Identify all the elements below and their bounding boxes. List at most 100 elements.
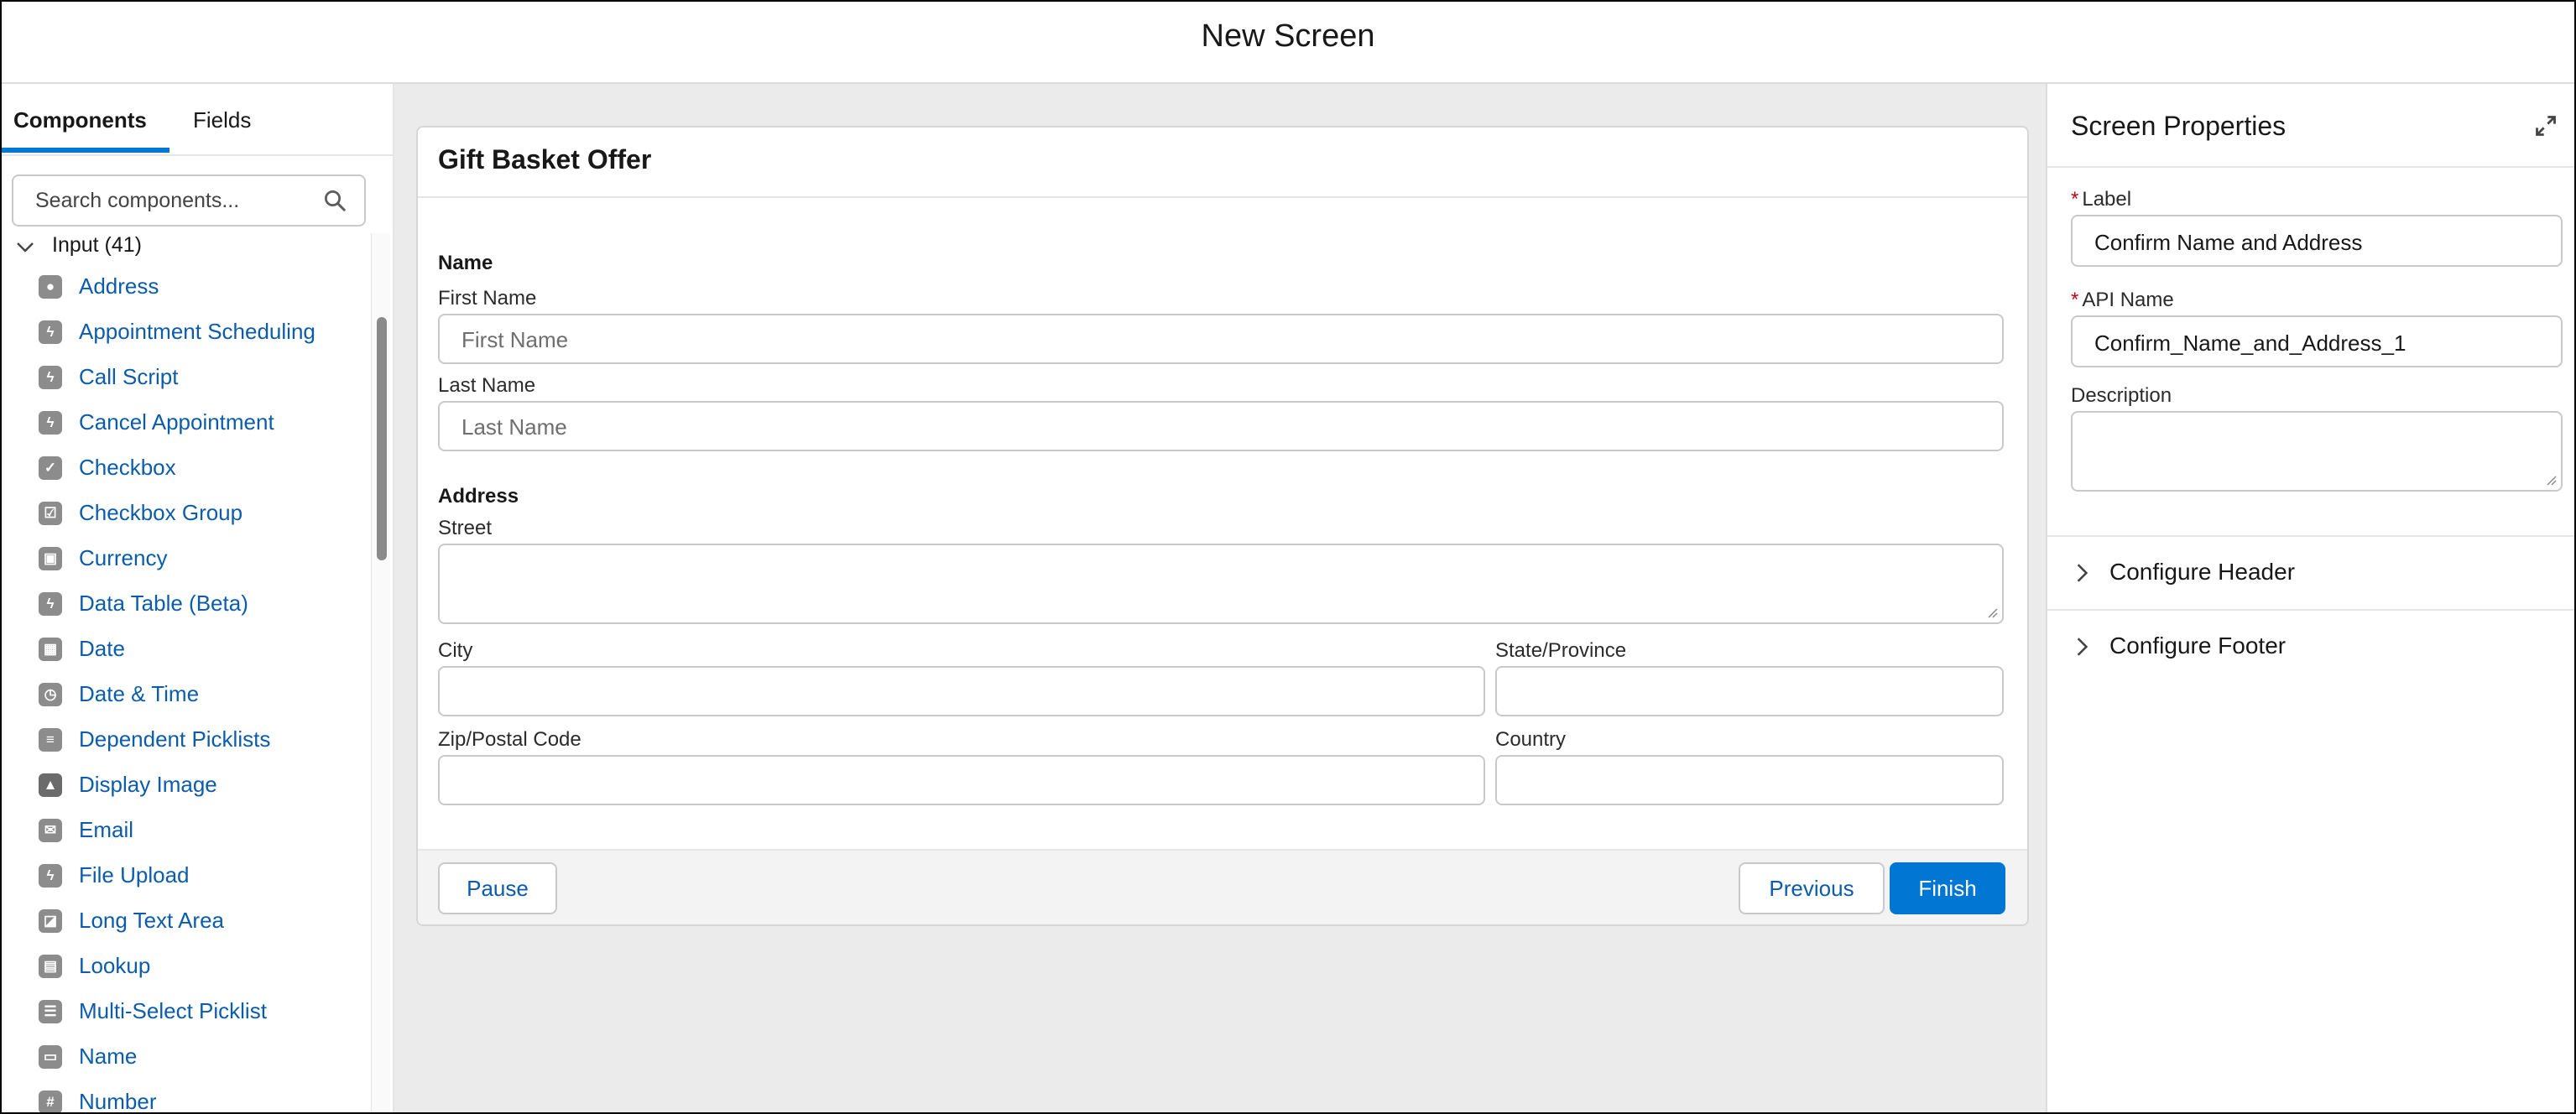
- first-name-input[interactable]: [460, 325, 1869, 354]
- component-label: Display Image: [79, 772, 217, 797]
- component-label: Long Text Area: [79, 908, 224, 933]
- component-label: Date & Time: [79, 681, 200, 706]
- component-label: Checkbox: [79, 455, 176, 480]
- component-label: Multi-Select Picklist: [79, 998, 267, 1023]
- component-item-data-table[interactable]: ϟ Data Table (Beta): [35, 587, 371, 621]
- active-tab-indicator: [2, 148, 169, 153]
- component-item-multi-select-picklist[interactable]: ☰ Multi-Select Picklist: [35, 995, 371, 1028]
- screen-title: Gift Basket Offer: [438, 144, 652, 174]
- label-field: [2071, 215, 2563, 267]
- street-label: Street: [438, 517, 493, 539]
- component-item-lookup[interactable]: ▤ Lookup: [35, 950, 371, 983]
- scrollbar-thumb[interactable]: [377, 317, 387, 560]
- country-field: [1495, 755, 2004, 805]
- search-input[interactable]: [34, 185, 314, 216]
- name-icon: ▭: [39, 1045, 62, 1069]
- flow-icon: ϟ: [39, 320, 62, 344]
- screen-footer: Pause Previous Finish: [418, 849, 2027, 924]
- multi-picklist-icon: ☰: [39, 1000, 62, 1023]
- flow-icon: ϟ: [39, 366, 62, 389]
- component-label: Call Script: [79, 364, 179, 389]
- picklist-icon: ≡: [39, 728, 62, 752]
- component-label: Dependent Picklists: [79, 726, 271, 752]
- screen-preview-card: Gift Basket Offer Name First Name Last N…: [416, 126, 2029, 926]
- window-title: New Screen: [1201, 18, 1375, 54]
- screen-header: Gift Basket Offer: [418, 128, 2027, 198]
- finish-button[interactable]: Finish: [1890, 862, 2005, 914]
- configure-footer-section[interactable]: Configure Footer: [2047, 611, 2574, 683]
- component-item-file-upload[interactable]: ϟ File Upload: [35, 859, 371, 893]
- city-label: City: [438, 639, 473, 662]
- component-item-dependent-picklists[interactable]: ≡ Dependent Picklists: [35, 723, 371, 757]
- last-name-label: Last Name: [438, 374, 536, 397]
- component-label: Cancel Appointment: [79, 409, 274, 435]
- resize-handle-icon[interactable]: [1985, 606, 1999, 619]
- component-item-long-text-area[interactable]: ◪ Long Text Area: [35, 904, 371, 938]
- street-textarea[interactable]: [438, 544, 2004, 624]
- last-name-field: [438, 401, 2004, 451]
- pause-button[interactable]: Pause: [438, 862, 557, 914]
- chevron-down-icon: [17, 242, 34, 252]
- palette-scrollbar[interactable]: [371, 233, 390, 1112]
- component-list: ● Address ϟ Appointment Scheduling ϟ Cal…: [2, 270, 371, 1112]
- zip-input[interactable]: [460, 767, 1403, 795]
- email-icon: ✉: [39, 819, 62, 842]
- component-item-display-image[interactable]: ▲ Display Image: [35, 768, 371, 802]
- api-name-field-label: * API Name: [2071, 289, 2174, 311]
- component-search: [12, 174, 366, 226]
- state-input[interactable]: [1517, 678, 1975, 706]
- component-label: Address: [79, 273, 159, 299]
- required-marker: *: [2071, 289, 2079, 311]
- city-field: [438, 666, 1485, 716]
- label-input[interactable]: [2093, 228, 2541, 257]
- chevron-right-icon: [2077, 638, 2088, 656]
- component-label: File Upload: [79, 862, 190, 888]
- palette-tabs: Components Fields: [2, 84, 393, 156]
- component-label: Data Table (Beta): [79, 591, 248, 616]
- component-label: Lookup: [79, 953, 151, 978]
- component-label: Number: [79, 1089, 157, 1112]
- component-item-name[interactable]: ▭ Name: [35, 1040, 371, 1074]
- zip-field: [438, 755, 1485, 805]
- api-name-input[interactable]: [2093, 329, 2541, 357]
- label-field-label: * Label: [2071, 188, 2132, 211]
- flow-icon: ϟ: [39, 864, 62, 888]
- currency-icon: ▣: [39, 547, 62, 570]
- first-name-field: [438, 314, 2004, 364]
- section-label: Configure Header: [2109, 559, 2296, 585]
- state-label: State/Province: [1495, 639, 1627, 662]
- component-item-email[interactable]: ✉ Email: [35, 814, 371, 847]
- flow-icon: ϟ: [39, 592, 62, 616]
- component-item-cancel-appointment[interactable]: ϟ Cancel Appointment: [35, 406, 371, 440]
- last-name-input[interactable]: [460, 413, 1869, 441]
- text-area-icon: ◪: [39, 909, 62, 933]
- component-item-address[interactable]: ● Address: [35, 270, 371, 304]
- previous-button[interactable]: Previous: [1739, 862, 1885, 914]
- component-item-currency[interactable]: ▣ Currency: [35, 542, 371, 575]
- country-input[interactable]: [1517, 767, 1975, 795]
- tab-fields[interactable]: Fields: [193, 107, 251, 133]
- app-window: New Screen Components Fields Input (41) …: [0, 0, 2576, 1114]
- description-textarea[interactable]: [2071, 411, 2563, 492]
- component-palette: Components Fields Input (41) ● Address ϟ: [2, 84, 394, 1112]
- component-item-call-script[interactable]: ϟ Call Script: [35, 361, 371, 394]
- component-item-checkbox[interactable]: ✓ Checkbox: [35, 451, 371, 485]
- configure-header-section[interactable]: Configure Header: [2047, 537, 2574, 609]
- group-label: Input (41): [52, 233, 143, 257]
- search-icon[interactable]: [322, 188, 347, 213]
- component-item-number[interactable]: # Number: [35, 1085, 371, 1112]
- expand-icon[interactable]: [2534, 114, 2558, 138]
- tab-components[interactable]: Components: [13, 107, 147, 133]
- description-field-label: Description: [2071, 384, 2172, 407]
- resize-handle-icon[interactable]: [2544, 473, 2558, 487]
- city-input[interactable]: [460, 678, 1403, 706]
- component-item-date[interactable]: ▦ Date: [35, 632, 371, 666]
- image-icon: ▲: [39, 773, 62, 797]
- component-label: Currency: [79, 545, 168, 570]
- component-item-date-time[interactable]: ◷ Date & Time: [35, 678, 371, 711]
- zip-label: Zip/Postal Code: [438, 728, 581, 751]
- component-item-appointment-scheduling[interactable]: ϟ Appointment Scheduling: [35, 315, 371, 349]
- component-item-checkbox-group[interactable]: ☑ Checkbox Group: [35, 497, 371, 530]
- properties-title: Screen Properties: [2071, 111, 2287, 141]
- number-icon: #: [39, 1091, 62, 1112]
